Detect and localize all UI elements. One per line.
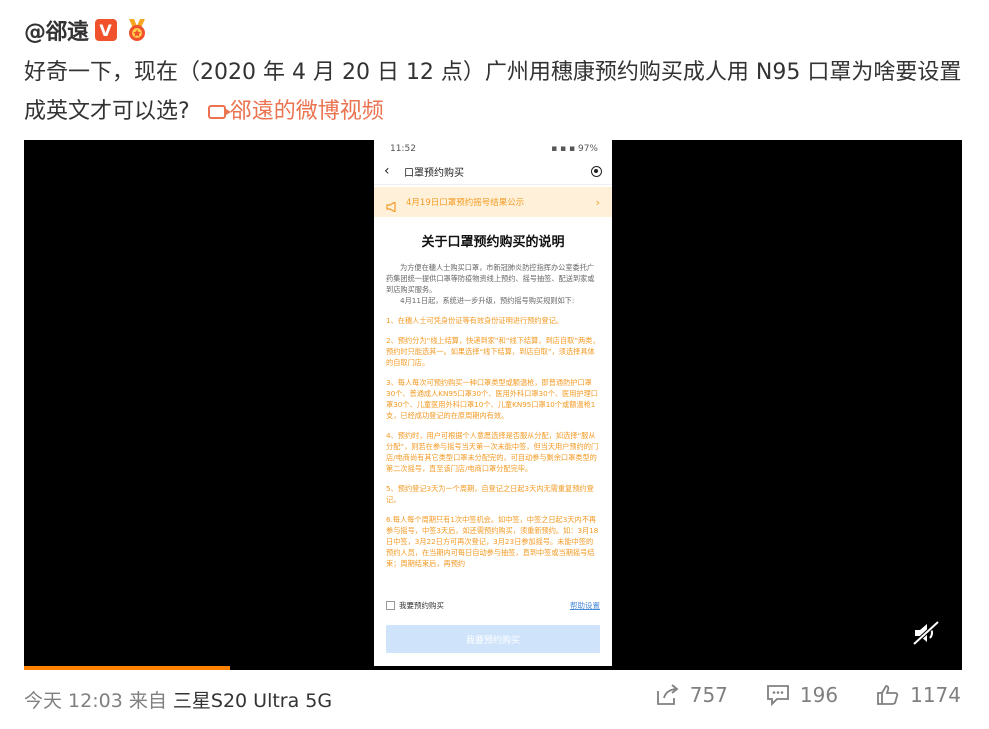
post-actions: 757 196 1174 bbox=[618, 683, 961, 707]
phone-rule-6: 6.每人每个周期只有1次中签机会。如中签，中签之日起3天内不再参与摇号，中签3天… bbox=[386, 515, 599, 568]
video-link-label: 郤遠的微博视频 bbox=[229, 99, 384, 124]
share-icon bbox=[656, 684, 679, 705]
like-button[interactable]: 1174 bbox=[876, 683, 961, 707]
video-player[interactable]: 11:52 ▪ ▪ ▪ 97% ‹ 口罩预约购买 4月19日口罩预约摇号结果公示… bbox=[24, 140, 962, 670]
back-icon: ‹ bbox=[384, 163, 390, 179]
video-progress-bar[interactable] bbox=[24, 666, 962, 670]
phone-submit-button: 我要预约购买 bbox=[386, 625, 600, 653]
comment-button[interactable]: 196 bbox=[766, 683, 838, 707]
phone-time: 11:52 bbox=[390, 144, 416, 154]
repost-count: 757 bbox=[689, 683, 728, 707]
target-icon bbox=[591, 165, 602, 177]
phone-rule-4: 4、预约时，用户可根据个人意愿选择是否服从分配，如选择“服从分配”，则若在参与摇… bbox=[386, 431, 599, 473]
phone-checkbox-label: 我要预约购买 bbox=[399, 600, 444, 610]
medal-icon bbox=[123, 17, 151, 43]
video-camera-icon bbox=[207, 105, 231, 119]
phone-rule-3: 3、每人每次可预约购买一种口罩类型或额温枪，即普通防护口罩30个、普通成人KN9… bbox=[386, 378, 598, 420]
phone-intro-1: 为方便在穗人士购买口罩，市新冠肺炎防控指挥办公室委托广药集团统一提供口罩等防疫物… bbox=[386, 263, 595, 294]
phone-battery: ▪ ▪ ▪ 97% bbox=[551, 144, 598, 154]
megaphone-icon bbox=[386, 197, 398, 214]
verified-badge-icon: V bbox=[94, 19, 117, 41]
phone-notice-bar: 4月19日口罩预约摇号结果公示 › bbox=[374, 187, 612, 217]
phone-content: 关于口罩预约购买的说明 为方便在穗人士购买口罩，市新冠肺炎防控指挥办公室委托广药… bbox=[374, 217, 612, 569]
video-progress-fill bbox=[24, 666, 231, 670]
repost-button[interactable]: 757 bbox=[656, 683, 728, 707]
post-meta: 今天 12:03 来自 三星S20 Ultra 5G bbox=[24, 686, 332, 713]
chevron-right-icon: › bbox=[595, 195, 600, 209]
phone-rule-1: 1、在穗人士可凭身份证等有效身份证明进行预约登记。 bbox=[386, 316, 564, 325]
post-text: 好奇一下，现在（2020 年 4 月 20 日 12 点）广州用穗康预约购买成人… bbox=[24, 53, 974, 131]
thumbs-up-icon bbox=[877, 685, 899, 705]
phone-heading: 关于口罩预约购买的说明 bbox=[421, 235, 565, 250]
phone-footer: 我要预约购买 帮助设置 我要预约购买 bbox=[374, 591, 612, 667]
phone-rule-2: 2、预约分为“线上结算，快递到家”和“线下结算，到店自取”两类，预约时只能选其一… bbox=[386, 336, 600, 367]
phone-notice-text: 4月19日口罩预约摇号结果公示 bbox=[406, 198, 525, 208]
author-name[interactable]: @郤遠 bbox=[24, 14, 89, 46]
like-count: 1174 bbox=[910, 683, 961, 707]
phone-help-link: 帮助设置 bbox=[570, 600, 600, 610]
phone-checkbox-row: 我要预约购买 帮助设置 bbox=[374, 591, 612, 613]
video-frame-phone-screen: 11:52 ▪ ▪ ▪ 97% ‹ 口罩预约购买 4月19日口罩预约摇号结果公示… bbox=[374, 140, 612, 667]
phone-rule-5: 5、预约登记3天为一个周期，自登记之日起3天内无需重复预约登记。 bbox=[386, 484, 594, 504]
phone-status-bar: 11:52 ▪ ▪ ▪ 97% bbox=[374, 140, 612, 158]
phone-nav-title: 口罩预约购买 bbox=[404, 167, 464, 179]
post-author: @郤遠 V bbox=[24, 14, 151, 46]
phone-intro-2: 4月11日起，系统进一步升级，预约摇号购买规则如下: bbox=[400, 296, 575, 305]
post-body: 好奇一下，现在（2020 年 4 月 20 日 12 点）广州用穗康预约购买成人… bbox=[24, 60, 962, 124]
comment-icon bbox=[767, 685, 789, 706]
phone-nav-bar: ‹ 口罩预约购买 bbox=[374, 158, 612, 185]
post-device[interactable]: 三星S20 Ultra 5G bbox=[173, 690, 332, 712]
phone-checkbox bbox=[386, 600, 395, 610]
video-link[interactable]: 郤遠的微博视频 bbox=[207, 99, 384, 124]
comment-count: 196 bbox=[799, 683, 839, 707]
volume-muted-icon[interactable] bbox=[912, 620, 940, 646]
post-time: 今天 12:03 来自 bbox=[24, 690, 167, 712]
